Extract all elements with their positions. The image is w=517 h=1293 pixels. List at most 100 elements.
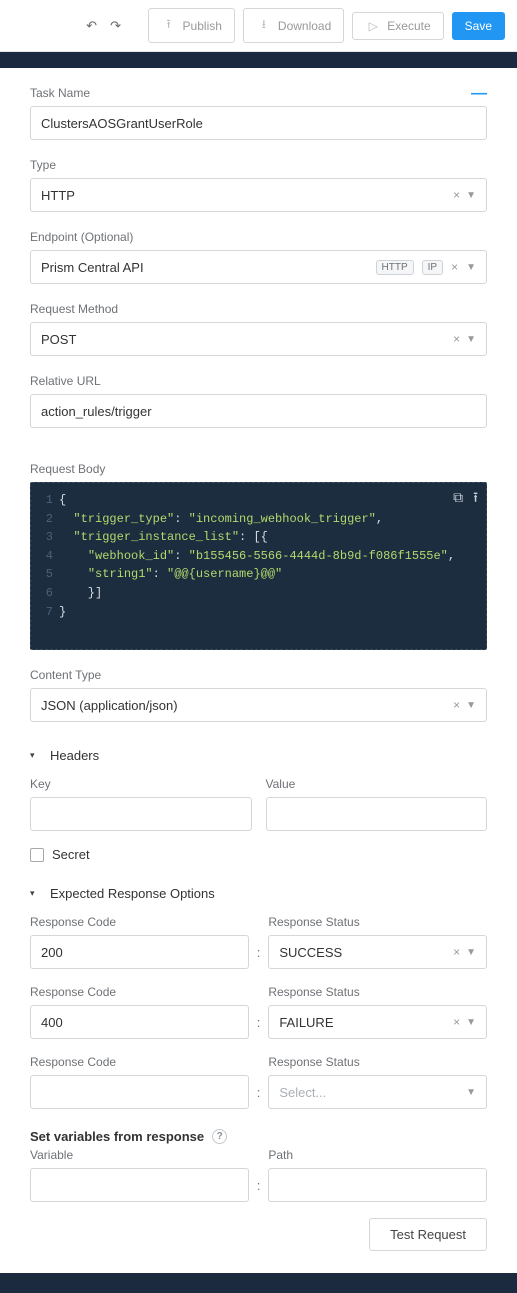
request-body-editor[interactable]: ⧉ ⭱ 1234567 { "trigger_type": "incoming_… — [30, 482, 487, 650]
secret-label: Secret — [52, 847, 90, 862]
response-row: Response Code:Response StatusSUCCESS×▼ — [30, 915, 487, 969]
task-name-input[interactable] — [30, 106, 487, 140]
test-request-label: Test Request — [390, 1227, 466, 1242]
headers-accordion[interactable]: ▾ Headers — [30, 740, 487, 771]
clear-icon[interactable]: × — [445, 260, 464, 274]
endpoint-value: Prism Central API — [41, 260, 368, 275]
help-icon[interactable]: ? — [212, 1129, 227, 1144]
publish-button[interactable]: ⭱ Publish — [148, 8, 235, 43]
header-value-label: Value — [266, 777, 488, 791]
response-code-label: Response Code — [30, 985, 249, 999]
download-label: Download — [278, 19, 331, 33]
toolbar: ↶ ↷ ⭱ Publish ⭳ Download ▷ Execute Save — [0, 0, 517, 52]
colon-separator: : — [257, 1178, 261, 1202]
test-request-button[interactable]: Test Request — [369, 1218, 487, 1251]
task-panel: — Task Name Type HTTP × ▼ Endpoint (Opti… — [10, 68, 507, 1273]
open-external-icon[interactable]: ⧉ — [453, 489, 463, 511]
code-line: { — [59, 491, 486, 510]
chevron-down-icon: ▾ — [30, 750, 40, 761]
method-select[interactable]: POST × ▼ — [30, 322, 487, 356]
play-icon: ▷ — [365, 19, 381, 33]
response-status-select[interactable]: FAILURE×▼ — [268, 1005, 487, 1039]
response-row: Response Code: Response Status Select...▼ — [30, 1055, 487, 1109]
response-code-input[interactable] — [30, 1005, 249, 1039]
chevron-down-icon[interactable]: ▼ — [466, 1087, 476, 1098]
execute-button[interactable]: ▷ Execute — [352, 12, 443, 40]
code-line: }] — [59, 584, 486, 603]
response-code-label: Response Code — [30, 915, 249, 929]
endpoint-select[interactable]: Prism Central API HTTP IP × ▼ — [30, 250, 487, 284]
response-status-select[interactable]: SUCCESS×▼ — [268, 935, 487, 969]
clear-icon[interactable]: × — [447, 1015, 466, 1029]
code-line: "webhook_id": "b155456-5566-4444d-8b9d-f… — [59, 547, 486, 566]
type-value: HTTP — [41, 188, 447, 203]
set-variables-title: Set variables from response — [30, 1129, 204, 1144]
undo-icon[interactable]: ↶ — [84, 18, 100, 34]
response-status-value: SUCCESS — [279, 945, 447, 960]
type-select[interactable]: HTTP × ▼ — [30, 178, 487, 212]
endpoint-pill-addr: IP — [422, 260, 443, 275]
redo-icon[interactable]: ↷ — [108, 18, 124, 34]
header-key-label: Key — [30, 777, 252, 791]
chevron-down-icon[interactable]: ▼ — [466, 334, 476, 345]
colon-separator: : — [257, 945, 261, 969]
response-code-label: Response Code — [30, 1055, 249, 1069]
chevron-down-icon[interactable]: ▼ — [466, 947, 476, 958]
code-line: "trigger_instance_list": [{ — [59, 528, 486, 547]
code-line: } — [59, 603, 486, 622]
chevron-down-icon: ▾ — [30, 888, 40, 899]
clear-icon[interactable]: × — [447, 188, 466, 202]
response-options-accordion[interactable]: ▾ Expected Response Options — [30, 878, 487, 909]
response-status-label: Response Status — [268, 1055, 487, 1069]
chevron-down-icon[interactable]: ▼ — [466, 190, 476, 201]
headers-title: Headers — [50, 748, 99, 763]
response-code-input[interactable] — [30, 935, 249, 969]
download-icon: ⭳ — [256, 15, 272, 36]
relative-url-input[interactable] — [30, 394, 487, 428]
content-type-label: Content Type — [30, 668, 487, 682]
code-line: "string1": "@@{username}@@" — [59, 565, 486, 584]
content-type-value: JSON (application/json) — [41, 698, 447, 713]
publish-label: Publish — [183, 19, 222, 33]
method-value: POST — [41, 332, 447, 347]
chevron-down-icon[interactable]: ▼ — [466, 1017, 476, 1028]
clear-icon[interactable]: × — [447, 698, 466, 712]
content-type-select[interactable]: JSON (application/json) × ▼ — [30, 688, 487, 722]
path-input[interactable] — [268, 1168, 487, 1202]
checkbox-icon — [30, 848, 44, 862]
upload-icon: ⭱ — [161, 15, 177, 36]
response-status-value: FAILURE — [279, 1015, 447, 1030]
response-code-input[interactable] — [30, 1075, 249, 1109]
chevron-down-icon[interactable]: ▼ — [466, 262, 476, 273]
clear-icon[interactable]: × — [447, 945, 466, 959]
endpoint-pill-proto: HTTP — [376, 260, 414, 275]
header-dark-strip — [0, 52, 517, 68]
colon-separator: : — [257, 1015, 261, 1039]
code-line: "trigger_type": "incoming_webhook_trigge… — [59, 510, 486, 529]
variable-label: Variable — [30, 1148, 249, 1162]
clear-icon[interactable]: × — [447, 332, 466, 346]
method-label: Request Method — [30, 302, 487, 316]
download-button[interactable]: ⭳ Download — [243, 8, 344, 43]
path-label: Path — [268, 1148, 487, 1162]
secret-checkbox[interactable]: Secret — [30, 847, 487, 862]
relative-url-label: Relative URL — [30, 374, 487, 388]
collapse-icon[interactable]: — — [471, 86, 487, 102]
response-row: Response Code: Response Status FAILURE×▼ — [30, 985, 487, 1039]
chevron-down-icon[interactable]: ▼ — [466, 700, 476, 711]
response-options-title: Expected Response Options — [50, 886, 215, 901]
response-status-label: Response Status — [268, 985, 487, 999]
save-button[interactable]: Save — [452, 12, 505, 40]
upload-code-icon[interactable]: ⭱ — [473, 489, 478, 511]
response-status-value: Select... — [279, 1085, 466, 1100]
endpoint-label: Endpoint (Optional) — [30, 230, 487, 244]
response-status-select[interactable]: Select...▼ — [268, 1075, 487, 1109]
type-label: Type — [30, 158, 487, 172]
colon-separator: : — [257, 1085, 261, 1109]
header-value-input[interactable] — [266, 797, 488, 831]
variable-input[interactable] — [30, 1168, 249, 1202]
save-label: Save — [465, 19, 492, 33]
request-body-label: Request Body — [30, 462, 487, 476]
header-key-input[interactable] — [30, 797, 252, 831]
task-name-label: Task Name — [30, 86, 487, 100]
